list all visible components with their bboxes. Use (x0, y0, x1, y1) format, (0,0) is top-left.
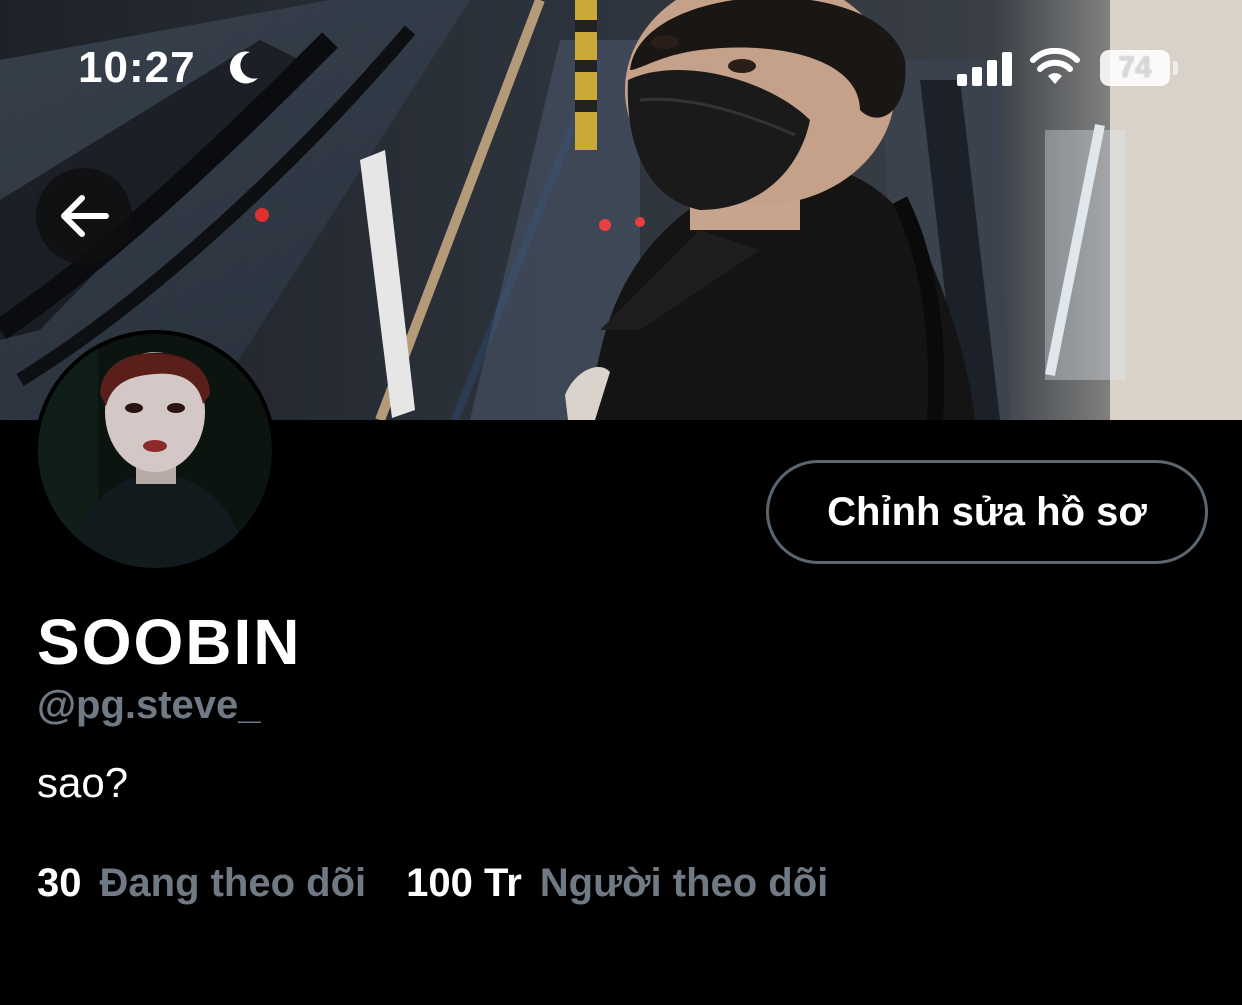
followers-label: Người theo dõi (539, 861, 829, 905)
moon-icon (229, 51, 258, 84)
avatar-photo (38, 334, 272, 568)
battery-level: 74 (1118, 51, 1152, 84)
following-label: Đang theo dõi (99, 861, 367, 905)
edit-profile-button[interactable]: Chỉnh sửa hồ sơ (766, 460, 1208, 564)
username: @pg.steve_ (37, 683, 261, 727)
back-arrow-icon (61, 195, 109, 237)
following-count: 30 (37, 861, 82, 905)
wifi-icon (1030, 48, 1080, 84)
followers-link[interactable]: 100 Tr Người theo dõi (406, 856, 828, 910)
status-time: 10:27 (78, 43, 196, 92)
bio: sao? (37, 759, 129, 806)
follow-stats: 30 Đang theo dõi 100 Tr Người theo dõi (37, 856, 828, 910)
display-name: SOOBIN (37, 606, 302, 678)
battery-icon: 74 (1100, 50, 1170, 86)
battery-cap (1173, 61, 1178, 75)
followers-count: 100 Tr (406, 861, 522, 905)
following-link[interactable]: 30 Đang theo dõi (37, 856, 366, 910)
profile-screen: 10:27 74 Chỉnh sửa hồ sơ SOOBIN @pg.stev… (0, 0, 1242, 1005)
avatar[interactable] (34, 330, 276, 572)
signal-icon (957, 52, 1012, 86)
back-button[interactable] (36, 168, 132, 264)
